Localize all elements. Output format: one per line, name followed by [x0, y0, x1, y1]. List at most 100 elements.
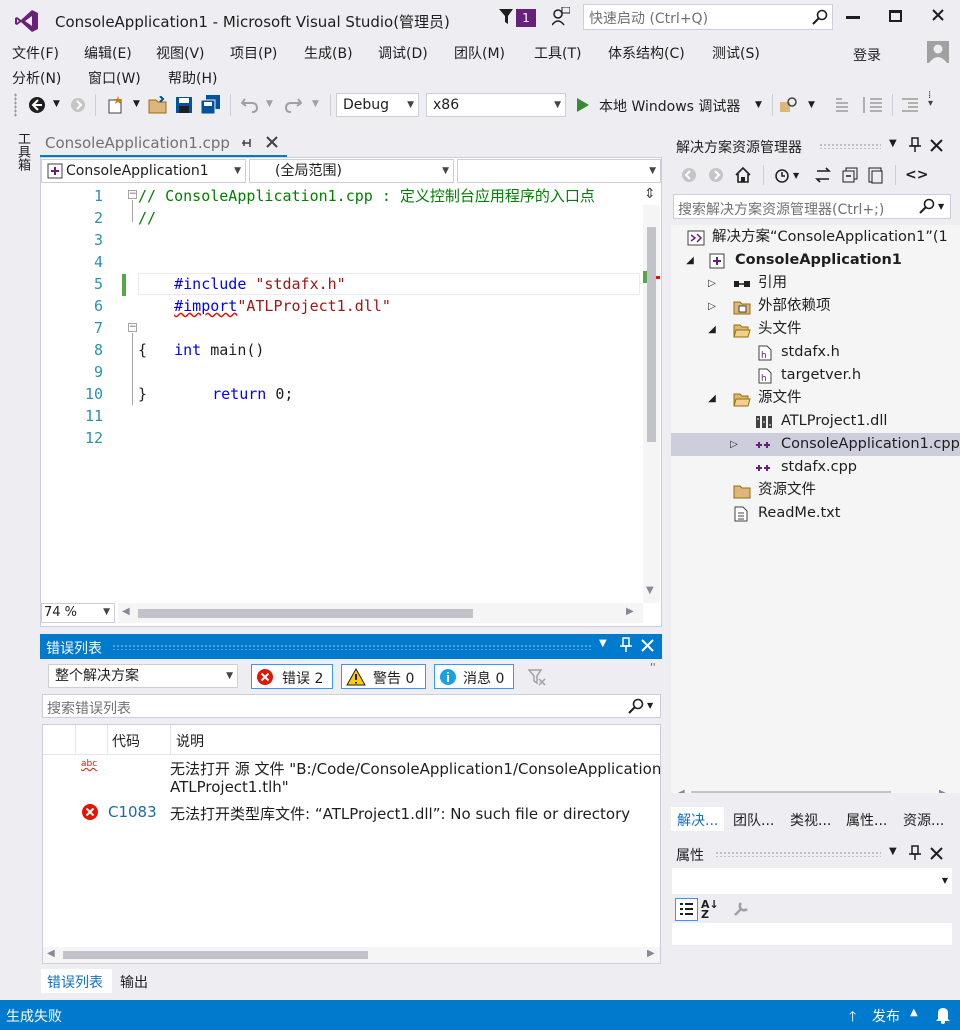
categorized-view-icon[interactable] [675, 898, 698, 921]
view-code-icon[interactable]: <> [905, 167, 928, 183]
table-row[interactable]: C1083 无法打开类型库文件: “ATLProject1.dll”: No s… [43, 801, 660, 825]
forward-icon[interactable] [708, 167, 724, 183]
editor-tab[interactable]: ConsoleApplication1.cpp [40, 131, 287, 157]
tree-horizontal-scrollbar[interactable]: ◀ ▶ [671, 787, 960, 793]
properties-object-select[interactable]: ▼ [672, 868, 952, 894]
pin-icon[interactable] [909, 137, 921, 157]
redo-icon[interactable] [284, 97, 303, 117]
new-project-icon[interactable] [106, 95, 126, 119]
expanded-icon[interactable]: ◢ [684, 249, 696, 272]
nav-back-icon[interactable] [28, 96, 46, 118]
save-icon[interactable] [176, 97, 192, 117]
nav-project-select[interactable]: ConsoleApplication1 ▼ [41, 159, 246, 183]
side-tab-properties[interactable]: 属性... [846, 810, 887, 830]
overflow-icon[interactable]: '' [650, 662, 656, 673]
redo-dropdown-icon[interactable]: ▼ [312, 99, 319, 109]
scroll-right-icon[interactable]: ▶ [647, 948, 655, 959]
nav-scope-select[interactable]: (全局范围) ▼ [249, 159, 454, 183]
bottom-tab-output[interactable]: 输出 [120, 972, 148, 992]
scrollbar-thumb[interactable] [138, 609, 473, 618]
minimize-button[interactable] [846, 16, 860, 19]
feedback-person-icon[interactable] [551, 6, 571, 27]
publish-menu-icon[interactable]: ▲ [910, 1007, 918, 1018]
tree-item-project[interactable]: ◢ ConsoleApplication1 [671, 249, 960, 272]
tree-item-file-selected[interactable]: ▷ ConsoleApplication1.cpp [671, 433, 960, 456]
menu-debug[interactable]: 调试(D) [378, 43, 428, 63]
scroll-down-icon[interactable]: ▼ [646, 585, 654, 596]
messages-filter-button[interactable]: 消息 0 [434, 664, 514, 689]
warnings-filter-button[interactable]: 警告 0 [341, 664, 426, 689]
menu-test[interactable]: 测试(S) [712, 43, 760, 63]
new-project-dropdown-icon[interactable]: ▼ [133, 99, 140, 109]
nav-forward-icon[interactable] [70, 97, 86, 117]
nav-member-select[interactable]: ▼ [457, 159, 661, 183]
close-pane-icon[interactable] [641, 639, 654, 656]
scrollbar-thumb[interactable] [691, 791, 891, 793]
pending-changes-filter-icon[interactable] [773, 166, 791, 184]
editor-horizontal-scrollbar[interactable]: ◀ ▶ [118, 603, 643, 623]
toolbar-more-icon[interactable]: ⁞ ▾ [928, 91, 933, 109]
menu-edit[interactable]: 编辑(E) [84, 43, 132, 63]
window-position-icon[interactable]: ▼ [889, 846, 897, 857]
tree-item-file[interactable]: h stdafx.h [671, 341, 960, 364]
window-position-icon[interactable]: ▼ [599, 638, 607, 649]
toolbox-side-tab[interactable]: 工具箱 [0, 130, 36, 190]
toolbar-overflow-icon[interactable]: ▼ [808, 100, 815, 110]
error-scope-select[interactable]: 整个解决方案 ▼ [48, 664, 238, 688]
tree-item-file[interactable]: ReadMe.txt [671, 502, 960, 525]
collapsed-icon[interactable]: ▷ [706, 295, 718, 318]
collapsed-icon[interactable]: ▷ [706, 272, 718, 295]
side-tab-team[interactable]: 团队... [733, 810, 774, 830]
pin-icon[interactable] [620, 637, 632, 657]
login-link[interactable]: 登录 [853, 45, 881, 65]
expanded-icon[interactable]: ◢ [706, 318, 718, 341]
publish-label[interactable]: 发布 [872, 1006, 900, 1026]
errors-filter-button[interactable]: 错误 2 [251, 664, 333, 689]
clear-filter-icon[interactable] [527, 668, 546, 690]
undo-dropdown-icon[interactable]: ▼ [266, 99, 273, 109]
uncomment-lines-icon[interactable] [862, 97, 882, 117]
back-icon[interactable] [681, 167, 697, 183]
menu-help[interactable]: 帮助(H) [168, 68, 217, 88]
alphabetical-sort-icon[interactable]: A↓ Z [701, 899, 719, 920]
bottom-tab-error-list[interactable]: 错误列表 [41, 969, 112, 993]
pin-icon[interactable] [241, 136, 253, 154]
table-row[interactable]: abc 无法打开 源 文件 "B:/Code/ConsoleApplicatio… [43, 756, 660, 800]
start-debugging-button[interactable]: 本地 Windows 调试器 ▼ [575, 95, 767, 117]
tree-item-resource-files[interactable]: 资源文件 [671, 479, 960, 502]
zoom-select[interactable]: 74 % ▼ [41, 603, 115, 623]
close-tab-icon[interactable] [265, 135, 279, 153]
close-window-button[interactable] [929, 6, 947, 24]
solution-explorer-titlebar[interactable]: 解决方案资源管理器 ▼ [671, 133, 960, 158]
menu-build[interactable]: 生成(B) [304, 43, 353, 63]
menu-window[interactable]: 窗口(W) [88, 68, 141, 88]
property-pages-icon[interactable] [733, 901, 749, 921]
editor-vertical-scrollbar[interactable]: ▼ [643, 205, 660, 603]
scroll-right-icon[interactable]: ▶ [939, 788, 947, 793]
tree-item-file[interactable]: ATLProject1.dll [671, 410, 960, 433]
side-tab-resources[interactable]: 资源... [903, 810, 944, 830]
tree-item-external-deps[interactable]: ▷ 外部依赖项 [671, 295, 960, 318]
side-tab-solution[interactable]: 解决... [671, 807, 724, 831]
side-tab-class-view[interactable]: 类视... [790, 810, 831, 830]
collapse-all-icon[interactable] [841, 166, 859, 184]
account-avatar-icon[interactable] [927, 41, 949, 63]
publish-up-arrow-icon[interactable]: 🡑 [849, 1006, 856, 1030]
menu-analyze[interactable]: 分析(N) [12, 68, 61, 88]
window-position-icon[interactable]: ▼ [889, 138, 897, 149]
close-pane-icon[interactable] [930, 139, 943, 156]
collapse-outline-icon[interactable]: − [128, 190, 137, 199]
open-file-icon[interactable] [148, 95, 168, 118]
home-icon[interactable] [734, 166, 752, 184]
notifications-icon[interactable] [935, 1006, 951, 1028]
save-all-icon[interactable] [200, 95, 221, 119]
show-all-files-icon[interactable] [867, 166, 885, 184]
error-list-titlebar[interactable]: 错误列表 ▼ [40, 634, 662, 659]
menu-file[interactable]: 文件(F) [12, 43, 59, 63]
outdent-icon[interactable] [902, 97, 920, 117]
sync-icon[interactable] [814, 166, 832, 184]
error-search-input[interactable]: 搜索错误列表 ▼ [42, 694, 661, 718]
pin-icon[interactable] [909, 845, 921, 865]
tree-item-source-files[interactable]: ◢ 源文件 [671, 387, 960, 410]
tree-item-header-files[interactable]: ◢ 头文件 [671, 318, 960, 341]
